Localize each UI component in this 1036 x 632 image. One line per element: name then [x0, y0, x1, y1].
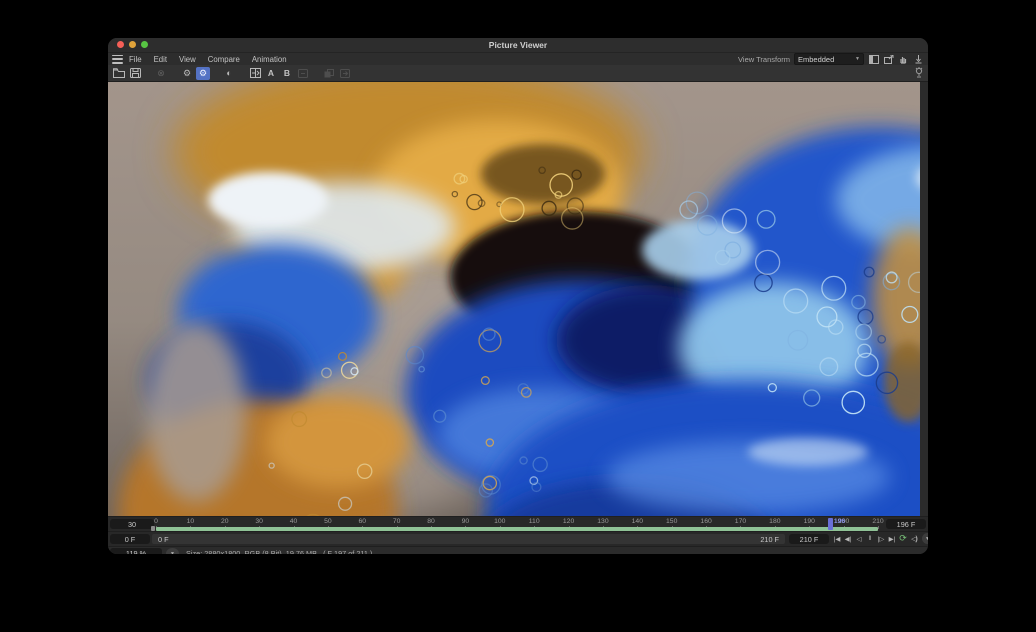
view-transform-dropdown[interactable]: Embedded ▼: [794, 53, 864, 65]
ruler-tick-mark: [878, 526, 879, 529]
range-start-field[interactable]: 0 F: [110, 534, 150, 544]
title-bar[interactable]: Picture Viewer: [108, 38, 928, 53]
ruler-tick-label: 100: [494, 518, 505, 525]
pin-icon[interactable]: [913, 54, 924, 65]
ruler-tick-label: 80: [427, 518, 435, 525]
window-title: Picture Viewer: [108, 40, 928, 50]
previous-frame-button[interactable]: ◀|: [843, 533, 853, 544]
contrast-icon[interactable]: ◐: [222, 67, 236, 80]
ruler-tick-label: 140: [632, 518, 643, 525]
next-frame-button[interactable]: |▷: [876, 533, 886, 544]
ab-compare-icon[interactable]: [248, 67, 262, 80]
rendered-image: [108, 82, 920, 516]
ruler-tick-label: 210: [872, 518, 883, 525]
hamburger-menu-icon[interactable]: [112, 54, 123, 65]
transport-controls: |◀◀|◁‖|▷▶|⟳◁)▼: [832, 533, 928, 544]
ruler-tick-label: 30: [255, 518, 263, 525]
play-backward-button[interactable]: ◁: [854, 533, 864, 544]
settings-gear-icon[interactable]: ⚙: [180, 67, 194, 80]
ruler-tick-label: 50: [324, 518, 332, 525]
go-to-end-button[interactable]: ▶|: [887, 533, 897, 544]
menu-item-edit[interactable]: Edit: [154, 55, 167, 64]
timeline-range-row: 0 F 0 F 210 F 210 F |◀◀|◁‖|▷▶|⟳◁)▼: [108, 531, 928, 546]
go-to-start-button[interactable]: |◀: [832, 533, 842, 544]
viewport-right-gutter: [920, 82, 928, 516]
image-viewport[interactable]: [108, 82, 928, 516]
pan-hand-icon[interactable]: [898, 54, 909, 65]
range-bar-start-label: 0 F: [158, 535, 169, 544]
save-icon[interactable]: [128, 67, 142, 80]
zoom-level-field[interactable]: 119 %: [110, 548, 162, 554]
ruler-tick-label: 120: [563, 518, 574, 525]
desktop-background: Picture Viewer File Edit View Compare Animat…: [0, 0, 1036, 632]
compare-a-button[interactable]: A: [264, 67, 278, 80]
link-icon: [296, 67, 310, 80]
ruler-tick-label: 190: [804, 518, 815, 525]
image-size-info: Size: 2880x1800, RGB (8 Bit), 19.76 MB, …: [186, 549, 372, 554]
menu-item-file[interactable]: File: [129, 55, 142, 64]
status-bar: 119 % ▼ Size: 2880x1800, RGB (8 Bit), 19…: [108, 546, 928, 554]
playhead-frame-label: 196: [834, 518, 845, 525]
ruler-tick-label: 110: [529, 518, 540, 525]
ruler-tick-label: 0: [154, 518, 158, 525]
ruler-tick-label: 40: [290, 518, 298, 525]
ruler-tick-label: 180: [769, 518, 780, 525]
picture-viewer-window: Picture Viewer File Edit View Compare Animat…: [108, 38, 928, 554]
current-frame-field[interactable]: 196 F: [886, 519, 926, 529]
range-bar-end-label: 210 F: [760, 535, 779, 544]
ruler-tick-label: 10: [187, 518, 195, 525]
pause-button[interactable]: ‖: [865, 533, 875, 544]
open-folder-icon[interactable]: [112, 67, 126, 80]
ruler-tick-label: 160: [700, 518, 711, 525]
open-external-icon[interactable]: [883, 54, 894, 65]
view-transform-label: View Transform: [738, 55, 790, 64]
ruler-tick-label: 60: [359, 518, 367, 525]
sidebar-icon[interactable]: [868, 54, 879, 65]
ruler-tick-label: 20: [221, 518, 229, 525]
playback-options-dropdown[interactable]: ▼: [922, 533, 928, 544]
filter-gear-icon[interactable]: ⚙: [196, 67, 210, 80]
menu-bar: File Edit View Compare Animation View Transf…: [108, 53, 928, 65]
range-end-field[interactable]: 210 F: [789, 534, 829, 544]
lamp-icon[interactable]: [912, 66, 926, 79]
preview-range-bar[interactable]: 0 F 210 F: [152, 534, 785, 544]
compare-b-button[interactable]: B: [280, 67, 294, 80]
chevron-down-icon: ▼: [855, 56, 860, 62]
copy-icon: [322, 67, 336, 80]
menu-item-view[interactable]: View: [179, 55, 196, 64]
view-transform-value: Embedded: [798, 55, 834, 64]
menu-bar-right: View Transform Embedded ▼: [738, 53, 924, 65]
toolbar: ⊗ ⚙ ⚙ ◐ A B: [108, 65, 928, 82]
timeline-ruler-row: 30 0 10 20 30 40 50 60 70 80 90 100 110 120 130 140 150…: [108, 516, 928, 531]
playhead-marker[interactable]: [828, 518, 833, 530]
ruler-tick-label: 150: [666, 518, 677, 525]
ruler-tick-label: 90: [462, 518, 470, 525]
menu-item-compare[interactable]: Compare: [208, 55, 240, 64]
cancel-render-icon: ⊗: [154, 67, 168, 80]
ruler-tick-label: 70: [393, 518, 401, 525]
loop-toggle[interactable]: ⟳: [898, 533, 908, 544]
fps-field[interactable]: 30: [110, 519, 154, 529]
zoom-dropdown-button[interactable]: ▼: [166, 548, 179, 554]
ruler-tick-label: 170: [735, 518, 746, 525]
menu-items: File Edit View Compare Animation: [129, 55, 287, 64]
paste-icon: [338, 67, 352, 80]
menu-item-animation[interactable]: Animation: [252, 55, 287, 64]
volume-button[interactable]: ◁): [909, 533, 919, 544]
ruler-tick-label: 130: [597, 518, 608, 525]
